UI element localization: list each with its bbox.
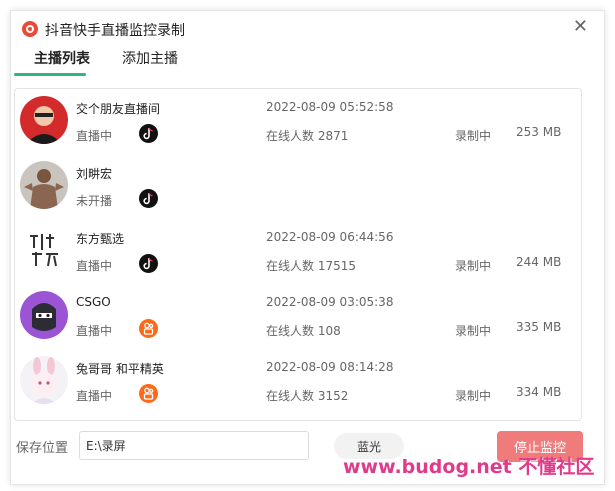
file-size: 335 MB bbox=[516, 320, 562, 334]
save-path-input[interactable] bbox=[79, 431, 309, 460]
window-title: 抖音快手直播监控录制 bbox=[45, 23, 185, 39]
tiktok-icon bbox=[139, 189, 158, 208]
save-location-label: 保存位置 bbox=[16, 441, 69, 456]
avatar bbox=[20, 356, 68, 404]
streamer-row[interactable]: 兔哥哥 和平精英 直播中 2022-08-09 08:14:28 在线人数 31… bbox=[15, 350, 581, 415]
recording-status: 录制中 bbox=[455, 324, 492, 338]
avatar bbox=[20, 96, 68, 144]
avatar bbox=[20, 226, 68, 274]
streamer-name: 东方甄选 bbox=[76, 232, 125, 246]
title-bar: 抖音快手直播监控录制 ✕ bbox=[11, 11, 604, 47]
tiktok-icon bbox=[139, 124, 158, 143]
streamer-name: CSGO bbox=[76, 295, 111, 309]
watermark: www.budog.net 不懂社区 bbox=[343, 456, 595, 478]
avatar bbox=[20, 161, 68, 209]
record-icon bbox=[22, 21, 38, 37]
close-icon[interactable]: ✕ bbox=[573, 16, 588, 37]
streamer-list: 交个朋友直播间 直播中 2022-08-09 05:52:58 在线人数 287… bbox=[14, 88, 582, 421]
viewer-count: 在线人数 17515 bbox=[266, 259, 356, 273]
recording-status: 录制中 bbox=[455, 259, 492, 273]
live-status: 直播中 bbox=[76, 129, 113, 143]
kuaishou-icon bbox=[139, 384, 158, 403]
start-time: 2022-08-09 03:05:38 bbox=[266, 295, 394, 309]
start-time: 2022-08-09 05:52:58 bbox=[266, 100, 394, 114]
tiktok-icon bbox=[139, 254, 158, 273]
streamer-row[interactable]: CSGO 直播中 2022-08-09 03:05:38 在线人数 108 录制… bbox=[15, 285, 581, 350]
streamer-name: 交个朋友直播间 bbox=[76, 102, 161, 116]
recording-status: 录制中 bbox=[455, 129, 492, 143]
recording-status: 录制中 bbox=[455, 389, 492, 403]
start-time: 2022-08-09 06:44:56 bbox=[266, 230, 394, 244]
streamer-row[interactable]: 交个朋友直播间 直播中 2022-08-09 05:52:58 在线人数 287… bbox=[15, 90, 581, 155]
kuaishou-icon bbox=[139, 319, 158, 338]
file-size: 334 MB bbox=[516, 385, 562, 399]
start-time: 2022-08-09 08:14:28 bbox=[266, 360, 394, 374]
streamer-name: 刘畊宏 bbox=[76, 167, 113, 181]
avatar bbox=[20, 291, 68, 339]
viewer-count: 在线人数 108 bbox=[266, 324, 341, 338]
live-status: 直播中 bbox=[76, 389, 113, 403]
active-tab-indicator bbox=[14, 73, 86, 76]
tab-add-streamer[interactable]: 添加主播 bbox=[122, 48, 178, 68]
live-status: 直播中 bbox=[76, 324, 113, 338]
file-size: 244 MB bbox=[516, 255, 562, 269]
file-size: 253 MB bbox=[516, 125, 562, 139]
streamer-row[interactable]: 东方甄选 直播中 2022-08-09 06:44:56 在线人数 17515 … bbox=[15, 220, 581, 285]
streamer-name: 兔哥哥 和平精英 bbox=[76, 362, 164, 376]
live-status: 直播中 bbox=[76, 259, 113, 273]
viewer-count: 在线人数 3152 bbox=[266, 389, 349, 403]
streamer-row[interactable]: 刘畊宏 未开播 bbox=[15, 155, 581, 220]
viewer-count: 在线人数 2871 bbox=[266, 129, 349, 143]
live-status: 未开播 bbox=[76, 194, 113, 208]
tab-streamer-list[interactable]: 主播列表 bbox=[34, 48, 90, 68]
